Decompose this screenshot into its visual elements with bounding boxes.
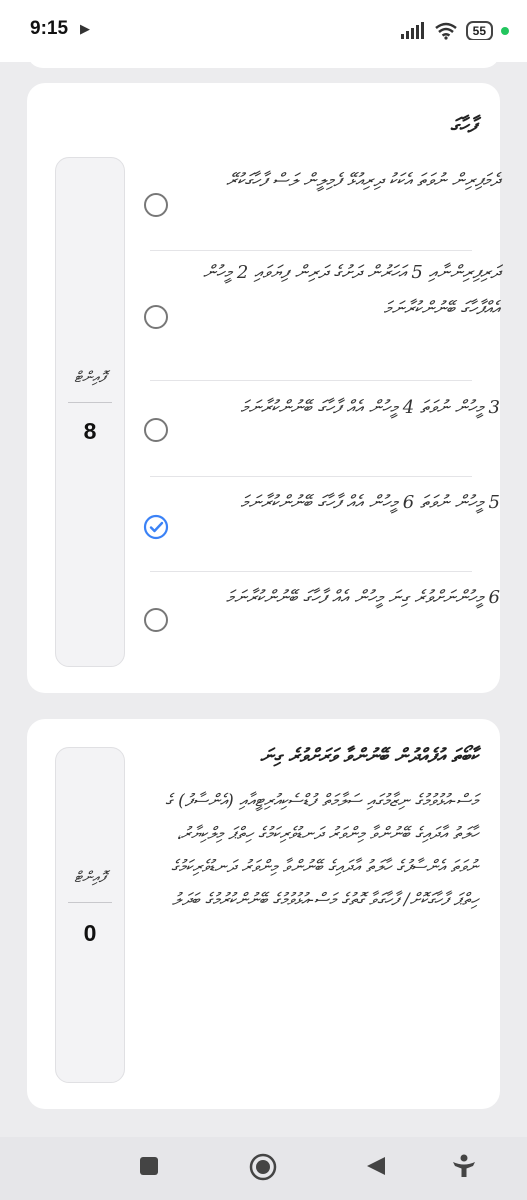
notification-dot-icon bbox=[501, 27, 509, 35]
radio-unchecked-icon[interactable] bbox=[144, 418, 168, 442]
option-1[interactable]: ދެމަފިރިން ނުވަތަ އެކަކު ދިރިއުޅޭ ފެމިލީ… bbox=[144, 163, 500, 249]
home-circle-icon[interactable] bbox=[249, 1153, 277, 1181]
radio-unchecked-icon[interactable] bbox=[144, 193, 168, 217]
score-value: 0 bbox=[83, 920, 97, 946]
option-label: 3 މީހުން ނުވަތަ 4 މީހުން އެއް ފާހާގަ ބޭނ… bbox=[240, 397, 500, 418]
score-label: ފޮއިންޓް bbox=[74, 868, 106, 886]
info-title: ކާބޯތަ އުފެއްދުން ބޭނުންވާ ވަރަށްވުރެ ގި… bbox=[260, 745, 478, 767]
signal-icon bbox=[400, 22, 424, 39]
wifi-icon bbox=[434, 22, 457, 40]
radio-unchecked-icon[interactable] bbox=[144, 608, 168, 632]
option-divider bbox=[150, 476, 472, 477]
option-label: 6 މީހުންނަށްވުރެ ގިނަ މީހުން އެއް ފާހާގަ… bbox=[225, 587, 500, 608]
navigation-bar bbox=[0, 1137, 527, 1200]
previous-card-bottom bbox=[27, 40, 500, 68]
question-card: ފާހާގަ ފޮއިންޓް 8 ދެމަފިރިން ނުވަތަ އެކަ… bbox=[27, 83, 500, 693]
accessibility-person-icon[interactable] bbox=[451, 1153, 477, 1179]
option-divider bbox=[150, 250, 472, 251]
option-4-selected[interactable]: 5 މީހުން ނުވަތަ 6 މީހުން އެއް ފާހާގަ ބޭނ… bbox=[143, 485, 500, 571]
score-panel: ފޮއިންޓް 8 bbox=[55, 157, 125, 667]
info-card: ކާބޯތަ އުފެއްދުން ބޭނުންވާ ވަރަށްވުރެ ގި… bbox=[27, 719, 500, 1109]
option-5[interactable]: 6 މީހުންނަށްވުރެ ގިނަ މީހުން އެއް ފާހާގަ… bbox=[144, 580, 500, 666]
stop-square-icon[interactable] bbox=[138, 1155, 160, 1177]
status-time: 9:15 bbox=[30, 18, 69, 39]
battery-icon: 55 bbox=[465, 21, 493, 41]
question-title: ފާހާގަ bbox=[450, 113, 476, 137]
score-value: 8 bbox=[83, 418, 97, 444]
score-panel: ފޮއިންޓް 0 bbox=[55, 747, 125, 1083]
score-divider bbox=[68, 402, 112, 403]
back-triangle-icon[interactable] bbox=[365, 1155, 387, 1177]
option-label: 5 މީހުން ނުވަތަ 6 މީހުން އެއް ފާހާގަ ބޭނ… bbox=[240, 492, 500, 513]
score-label: ފޮއިންޓް bbox=[74, 368, 106, 386]
score-divider bbox=[68, 902, 112, 903]
option-divider bbox=[150, 380, 472, 381]
option-3[interactable]: 3 މީހުން ނުވަތަ 4 މީހުން އެއް ފާހާގަ ބޭނ… bbox=[144, 390, 500, 476]
option-label: ދަރިފިރިންނާއި 5 އަހަރުން ދަށުގެ ދަރިން … bbox=[203, 262, 500, 319]
radio-unchecked-icon[interactable] bbox=[144, 305, 168, 329]
play-triangle-icon: ▶ bbox=[80, 22, 90, 37]
option-2[interactable]: ދަރިފިރިންނާއި 5 އަހަރުން ދަށުގެ ދަރިން … bbox=[144, 255, 500, 379]
option-divider bbox=[150, 571, 472, 572]
info-body: މަސް-އުޅުވުމުގެ ނިޒާމުގައި ސަލާމަތް ފުޑް… bbox=[165, 791, 478, 910]
option-label: ދެމަފިރިން ނުވަތަ އެކަކު ދިރިއުޅޭ ފެމިލީ… bbox=[226, 170, 500, 191]
radio-checked-icon[interactable] bbox=[143, 514, 169, 540]
